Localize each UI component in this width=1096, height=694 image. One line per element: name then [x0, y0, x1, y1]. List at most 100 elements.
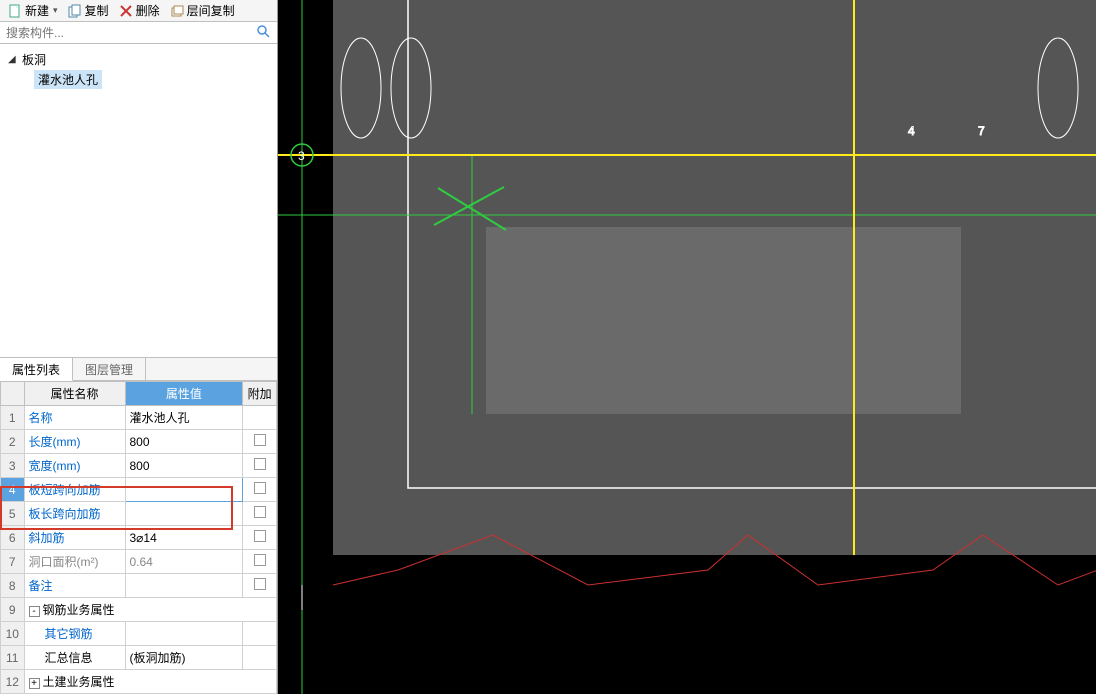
- property-name: 洞口面积(m²): [29, 555, 99, 569]
- property-row[interactable]: 2 长度(mm) 800: [1, 430, 277, 454]
- property-addl[interactable]: [243, 622, 277, 646]
- drawing-canvas[interactable]: 7 4 7 3: [278, 0, 1096, 694]
- property-addl[interactable]: [243, 526, 277, 550]
- property-addl[interactable]: [243, 454, 277, 478]
- header-addl: 附加: [243, 382, 277, 406]
- property-name: 板短跨向加筋: [29, 483, 101, 497]
- property-value[interactable]: 3⌀14: [125, 526, 243, 550]
- property-row[interactable]: 7 洞口面积(m²) 0.64: [1, 550, 277, 574]
- property-addl[interactable]: [243, 406, 277, 430]
- dim-right-4: 4: [908, 124, 915, 138]
- copy-button[interactable]: 复制: [64, 1, 113, 20]
- checkbox[interactable]: [254, 578, 266, 590]
- property-row[interactable]: 5 板长跨向加筋: [1, 502, 277, 526]
- toolbar: 新建 ▾ 复制 删除 层间复制: [0, 0, 277, 22]
- property-row[interactable]: 4 板短跨向加筋: [1, 478, 277, 502]
- delete-icon: [119, 4, 133, 18]
- property-value[interactable]: [125, 574, 243, 598]
- property-row[interactable]: 1 名称 灌水池人孔: [1, 406, 277, 430]
- row-number: 2: [1, 430, 25, 454]
- property-tabs: 属性列表 图层管理: [0, 357, 277, 381]
- property-row[interactable]: 9-钢筋业务属性: [1, 598, 277, 622]
- row-number: 11: [1, 646, 25, 670]
- property-name: 板长跨向加筋: [29, 507, 101, 521]
- checkbox[interactable]: [254, 506, 266, 518]
- search-input[interactable]: [6, 26, 255, 40]
- property-name: 斜加筋: [29, 531, 65, 545]
- tree-arrow-icon: ◢: [8, 54, 18, 65]
- property-name: 土建业务属性: [43, 675, 115, 689]
- component-tree: ◢ 板洞 灌水池人孔: [0, 44, 277, 357]
- property-name: 钢筋业务属性: [43, 603, 115, 617]
- row-number: 5: [1, 502, 25, 526]
- property-name: 宽度(mm): [29, 459, 81, 473]
- property-value[interactable]: 灌水池人孔: [125, 406, 243, 430]
- tree-child-label: 灌水池人孔: [34, 70, 102, 89]
- new-button[interactable]: 新建 ▾: [4, 1, 62, 20]
- property-name: 其它钢筋: [29, 627, 93, 641]
- property-row[interactable]: 3 宽度(mm) 800: [1, 454, 277, 478]
- checkbox[interactable]: [254, 554, 266, 566]
- properties-table: 属性名称 属性值 附加 1 名称 灌水池人孔 2 长度(mm) 800 3 宽度(mm) 800…: [0, 381, 277, 694]
- row-number: 9: [1, 598, 25, 622]
- checkbox[interactable]: [254, 458, 266, 470]
- property-value[interactable]: 800: [125, 430, 243, 454]
- search-icon[interactable]: [255, 24, 271, 41]
- header-rownum: [1, 382, 25, 406]
- property-addl[interactable]: [243, 646, 277, 670]
- property-name: 汇总信息: [29, 651, 93, 665]
- row-number: 6: [1, 526, 25, 550]
- tab-properties[interactable]: 属性列表: [0, 358, 73, 381]
- property-row[interactable]: 12 +土建业务属性: [1, 670, 277, 694]
- row-number: 8: [1, 574, 25, 598]
- checkbox[interactable]: [254, 530, 266, 542]
- property-row[interactable]: 10 其它钢筋: [1, 622, 277, 646]
- row-number: 1: [1, 406, 25, 430]
- property-addl[interactable]: [243, 550, 277, 574]
- layer-copy-button[interactable]: 层间复制: [166, 1, 239, 20]
- expand-icon[interactable]: +: [29, 678, 40, 689]
- checkbox[interactable]: [254, 434, 266, 446]
- tree-child[interactable]: 灌水池人孔: [34, 69, 269, 90]
- tree-root-label: 板洞: [22, 51, 46, 68]
- delete-label: 删除: [136, 2, 160, 19]
- property-value[interactable]: 0.64: [125, 550, 243, 574]
- new-label: 新建: [25, 2, 49, 19]
- tab-layers[interactable]: 图层管理: [73, 358, 146, 380]
- dim-right-7: 7: [978, 124, 985, 138]
- row-number: 12: [1, 670, 25, 694]
- property-value[interactable]: [125, 478, 243, 502]
- tree-root[interactable]: ◢ 板洞: [8, 50, 269, 69]
- row-number: 7: [1, 550, 25, 574]
- property-row[interactable]: 8 备注: [1, 574, 277, 598]
- delete-button[interactable]: 删除: [115, 1, 164, 20]
- new-icon: [8, 4, 22, 18]
- property-name: 名称: [29, 411, 53, 425]
- property-value[interactable]: [125, 622, 243, 646]
- layer-copy-icon: [170, 4, 184, 18]
- property-row[interactable]: 6 斜加筋 3⌀14: [1, 526, 277, 550]
- checkbox[interactable]: [254, 482, 266, 494]
- search-bar: [0, 22, 277, 44]
- property-value[interactable]: (板洞加筋): [125, 646, 243, 670]
- copy-icon: [68, 4, 82, 18]
- collapse-icon[interactable]: -: [29, 606, 40, 617]
- header-propvalue: 属性值: [125, 382, 243, 406]
- property-value[interactable]: 800: [125, 454, 243, 478]
- property-addl[interactable]: [243, 478, 277, 502]
- row-number: 10: [1, 622, 25, 646]
- property-row[interactable]: 11 汇总信息 (板洞加筋): [1, 646, 277, 670]
- row-number: 4: [1, 478, 25, 502]
- property-addl[interactable]: [243, 502, 277, 526]
- dropdown-icon: ▾: [53, 5, 58, 16]
- property-addl[interactable]: [243, 574, 277, 598]
- property-addl[interactable]: [243, 430, 277, 454]
- layer-copy-label: 层间复制: [187, 2, 235, 19]
- property-name: 备注: [29, 579, 53, 593]
- property-value[interactable]: [125, 502, 243, 526]
- axis-marker-label: 3: [298, 149, 305, 163]
- header-propname: 属性名称: [24, 382, 125, 406]
- row-number: 3: [1, 454, 25, 478]
- property-name: 长度(mm): [29, 435, 81, 449]
- copy-label: 复制: [85, 2, 109, 19]
